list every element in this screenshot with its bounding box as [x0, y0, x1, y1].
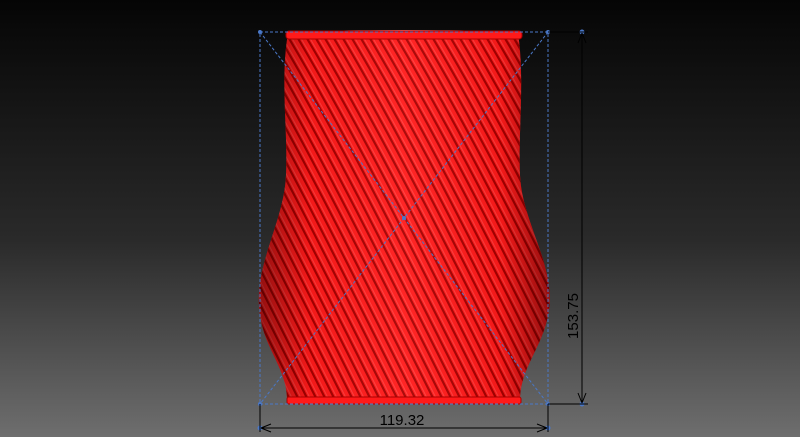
rib-highlight [538, 33, 550, 400]
rib-groove [258, 33, 278, 400]
rib-highlight [0, 30, 199, 410]
rib-groove [526, 33, 550, 400]
rib-groove [581, 30, 781, 410]
rib-groove [32, 30, 232, 410]
rib-groove [23, 30, 223, 410]
bbox-handle-center[interactable] [402, 216, 406, 220]
vase-base [286, 396, 522, 405]
rib-highlight [557, 30, 757, 410]
rib-groove [554, 30, 754, 410]
rib-groove [572, 30, 772, 410]
rib-highlight [584, 30, 784, 410]
rib-highlight [575, 30, 775, 410]
rib-highlight [26, 30, 226, 410]
rib-groove [0, 30, 187, 410]
height-dimension[interactable] [548, 31, 588, 405]
rib-highlight [17, 30, 217, 410]
rib-groove [258, 33, 296, 400]
width-dimension-label[interactable]: 119.32 [380, 412, 425, 429]
rib-highlight [566, 30, 766, 410]
rib-groove [544, 33, 550, 400]
rib-groove [0, 30, 160, 410]
rib-highlight [35, 30, 235, 410]
cad-viewport[interactable]: 153.75 119.32 [0, 0, 800, 437]
rib-groove [258, 33, 269, 400]
rib-highlight [529, 33, 550, 400]
rib-highlight [0, 30, 190, 410]
rib-groove [508, 33, 550, 400]
rib-groove [41, 30, 241, 410]
rib-highlight [8, 30, 208, 410]
rib-groove [5, 30, 205, 410]
rib-groove [258, 33, 260, 400]
rib-groove [50, 30, 250, 410]
rib-highlight [44, 30, 244, 410]
rib-highlight [0, 30, 163, 410]
height-dimension-label[interactable]: 153.75 [565, 293, 582, 339]
rib-groove [535, 33, 550, 400]
vase-model[interactable] [0, 30, 784, 410]
bbox-handle-top-left[interactable] [258, 30, 262, 34]
rib-highlight [258, 33, 263, 400]
rib-highlight [258, 33, 272, 400]
rib-highlight [258, 33, 290, 400]
rib-groove [258, 33, 287, 400]
rib-groove [563, 30, 763, 410]
rib-groove [0, 30, 196, 410]
rib-highlight [258, 33, 299, 400]
rib-groove [0, 30, 178, 410]
rib-highlight [0, 30, 172, 410]
rib-groove [14, 30, 214, 410]
rib-highlight [511, 33, 550, 400]
rib-highlight [0, 30, 181, 410]
rib-groove [0, 30, 169, 410]
rib-highlight [547, 33, 550, 400]
rib-highlight [258, 33, 281, 400]
rib-highlight [53, 30, 253, 410]
rib-highlight [520, 33, 550, 400]
